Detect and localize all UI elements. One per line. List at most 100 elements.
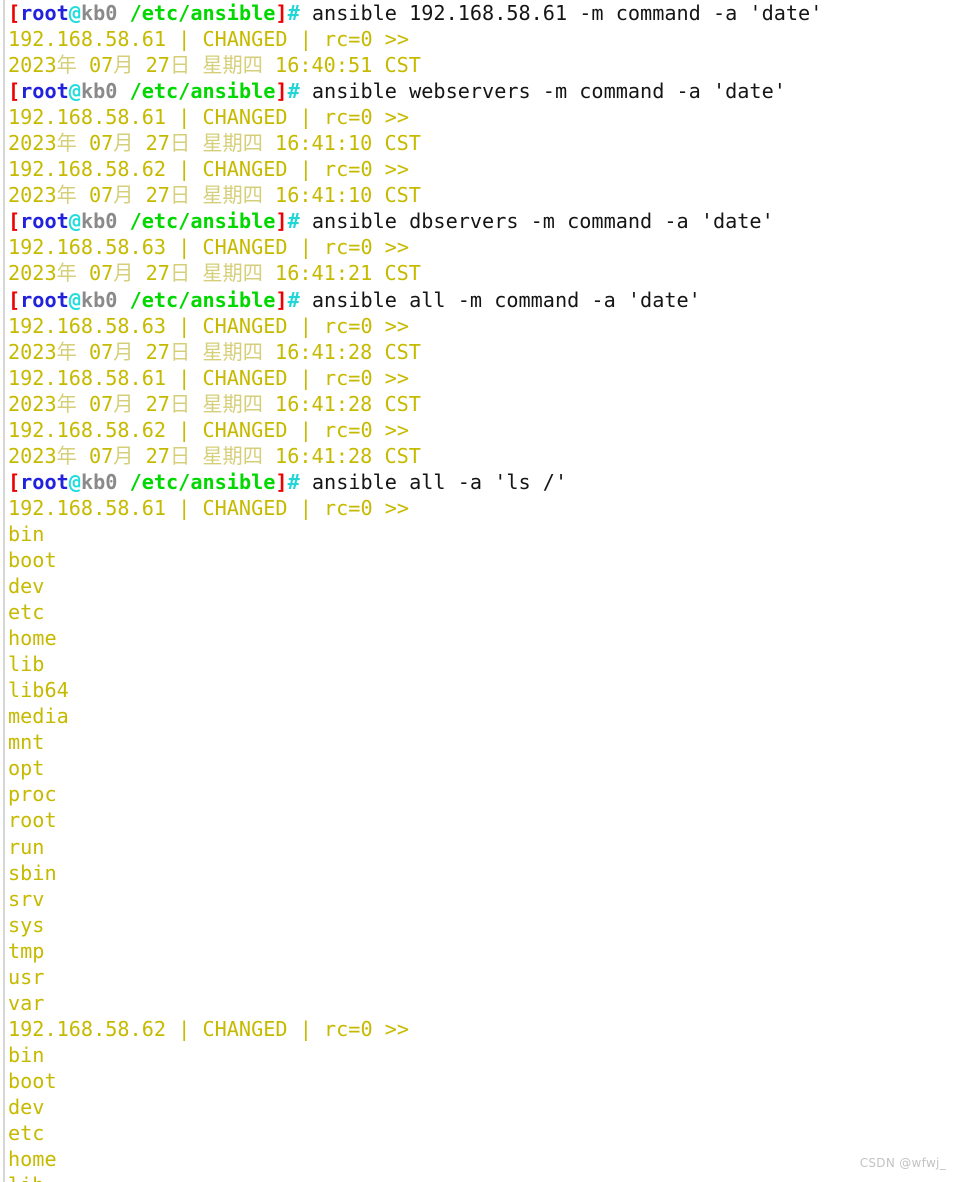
output-text: sys xyxy=(8,912,45,937)
terminal-output-line: sys xyxy=(8,912,954,938)
output-text: 192.168.58.62 | CHANGED | rc=0 >> xyxy=(8,1016,410,1041)
output-text: 192.168.58.62 | CHANGED | rc=0 >> xyxy=(8,417,410,442)
terminal-output-line: lib xyxy=(8,1172,954,1182)
terminal-output-line: 192.168.58.62 | CHANGED | rc=0 >> xyxy=(8,1016,954,1042)
terminal-output-line: boot xyxy=(8,547,954,573)
terminal-output-line: opt xyxy=(8,755,954,781)
prompt-close-bracket: ] xyxy=(275,469,288,494)
terminal-output-line: 192.168.58.61 | CHANGED | rc=0 >> xyxy=(8,495,954,521)
output-text: 192.168.58.61 | CHANGED | rc=0 >> xyxy=(8,365,410,390)
terminal-output-date-line: 2023年 07月 27日 星期四 16:41:21 CST xyxy=(8,260,954,286)
terminal-prompt-line: [root@kb0 /etc/ansible]# ansible all -m … xyxy=(8,287,954,313)
date-segment: 月 xyxy=(113,443,134,468)
terminal-output-line: proc xyxy=(8,781,954,807)
prompt-at: @ xyxy=(68,79,81,104)
date-segment: 2023 xyxy=(8,131,57,156)
prompt-sigil: # xyxy=(287,79,300,104)
output-text: lib xyxy=(8,1173,44,1182)
output-text: home xyxy=(8,1147,57,1172)
terminal-scrollbar[interactable] xyxy=(0,0,7,1182)
scrollbar-track[interactable] xyxy=(3,0,5,1182)
terminal-output-line: srv xyxy=(8,886,954,912)
output-text: dev xyxy=(8,574,45,599)
date-segment: 年 xyxy=(56,183,77,208)
terminal-output-line: tmp xyxy=(8,938,954,964)
terminal-command: ansible dbservers -m command -a 'date' xyxy=(299,209,774,234)
output-text: sbin xyxy=(8,860,57,885)
terminal-output-line: lib64 xyxy=(8,677,954,703)
date-segment: 年 xyxy=(56,53,77,78)
date-segment: 月 xyxy=(113,183,134,208)
terminal-output-line: dev xyxy=(8,1094,954,1120)
terminal-output-line: etc xyxy=(8,599,954,625)
terminal-output-line: dev xyxy=(8,573,954,599)
date-segment: 月 xyxy=(113,53,134,78)
terminal-output-line: home xyxy=(8,1146,954,1172)
output-text: 192.168.58.62 | CHANGED | rc=0 >> xyxy=(8,157,410,182)
prompt-user: root xyxy=(20,1,69,25)
terminal-prompt-line: [root@kb0 /etc/ansible]# ansible webserv… xyxy=(8,78,954,104)
date-segment xyxy=(190,392,202,416)
date-segment: 日 xyxy=(169,131,191,156)
prompt-path: /etc/ansible xyxy=(129,1,276,25)
date-segment: 星期四 xyxy=(202,53,263,78)
prompt-user: root xyxy=(20,79,69,104)
prompt-host: kb0 xyxy=(80,79,118,104)
prompt-open-bracket: [ xyxy=(8,79,21,104)
output-text: 192.168.58.63 | CHANGED | rc=0 >> xyxy=(8,235,410,260)
terminal-screen[interactable]: [root@kb0 /etc/ansible]# ansible 192.168… xyxy=(8,0,954,1182)
output-text: dev xyxy=(8,1094,45,1119)
output-text: mnt xyxy=(8,730,45,755)
output-text: 192.168.58.61 | CHANGED | rc=0 >> xyxy=(8,495,410,520)
date-segment: 年 xyxy=(56,443,77,468)
prompt-user: root xyxy=(20,209,69,234)
date-segment: 07 xyxy=(76,391,114,416)
date-segment: 日 xyxy=(169,443,191,468)
output-text: bin xyxy=(8,521,45,546)
date-segment: 星期四 xyxy=(202,261,263,286)
prompt-user: root xyxy=(20,469,69,494)
prompt-at: @ xyxy=(68,287,81,312)
output-text: boot xyxy=(8,547,57,572)
date-segment: 27 xyxy=(133,183,170,208)
output-text: tmp xyxy=(8,938,45,963)
terminal-output-line: lib xyxy=(8,651,954,677)
prompt-host: kb0 xyxy=(80,469,118,494)
prompt-path: /etc/ansible xyxy=(129,287,276,312)
date-segment xyxy=(190,53,202,77)
terminal-output-line: 192.168.58.61 | CHANGED | rc=0 >> xyxy=(8,104,954,130)
date-segment: 07 xyxy=(76,53,114,78)
date-segment: 27 xyxy=(133,443,170,468)
date-segment: 16:41:21 CST xyxy=(262,261,421,286)
date-segment: 日 xyxy=(169,391,191,416)
prompt-at: @ xyxy=(68,1,81,25)
terminal-prompt-line: [root@kb0 /etc/ansible]# ansible all -a … xyxy=(8,469,954,495)
output-text: etc xyxy=(8,1121,45,1146)
prompt-close-bracket: ] xyxy=(275,1,288,25)
date-segment: 星期四 xyxy=(202,183,263,208)
date-segment: 日 xyxy=(169,261,191,286)
prompt-open-bracket: [ xyxy=(8,209,21,234)
terminal-command: ansible webservers -m command -a 'date' xyxy=(299,79,786,104)
terminal-output-line: 192.168.58.63 | CHANGED | rc=0 >> xyxy=(8,234,954,260)
prompt-host: kb0 xyxy=(80,287,118,312)
output-text: usr xyxy=(8,964,45,989)
prompt-close-bracket: ] xyxy=(275,287,288,312)
terminal-output-line: bin xyxy=(8,521,954,547)
date-segment: 年 xyxy=(56,261,77,286)
terminal-output-line: mnt xyxy=(8,729,954,755)
terminal-output-line: sbin xyxy=(8,860,954,886)
prompt-host: kb0 xyxy=(80,209,118,234)
output-text: root xyxy=(8,808,57,833)
prompt-path: /etc/ansible xyxy=(129,209,276,234)
date-segment: 年 xyxy=(56,339,77,364)
date-segment: 27 xyxy=(133,261,170,286)
date-segment: 07 xyxy=(76,339,114,364)
terminal-output-date-line: 2023年 07月 27日 星期四 16:41:10 CST xyxy=(8,182,954,208)
terminal-output-line: 192.168.58.61 | CHANGED | rc=0 >> xyxy=(8,365,954,391)
prompt-open-bracket: [ xyxy=(8,1,21,25)
prompt-at: @ xyxy=(68,469,81,494)
terminal-command: ansible 192.168.58.61 -m command -a 'dat… xyxy=(299,1,823,25)
